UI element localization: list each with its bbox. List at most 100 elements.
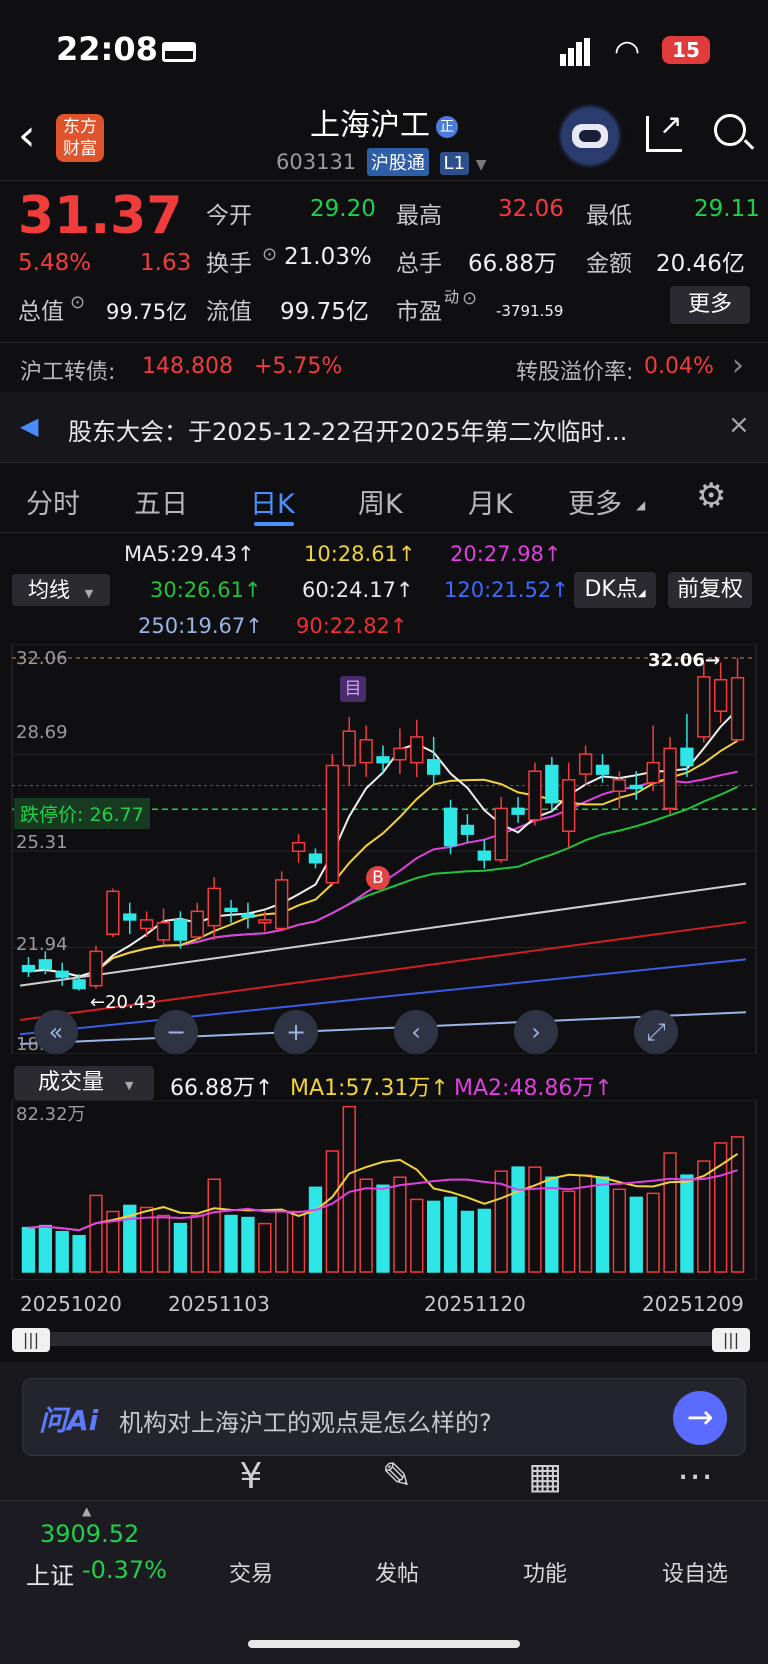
ma20-label: 20:27.98↑ — [450, 542, 562, 566]
bed-icon — [162, 42, 196, 62]
nav-function[interactable]: 功能 — [490, 1556, 600, 1588]
stock-code-row[interactable]: 603131 沪股通 L1 ▼ — [276, 148, 487, 176]
volume-bar — [376, 1184, 390, 1273]
volume-bar — [460, 1210, 475, 1273]
function-grid-icon[interactable]: ▦ — [490, 1456, 600, 1497]
range-track[interactable] — [14, 1332, 750, 1346]
volume-bar — [89, 1194, 103, 1273]
level-tag: L1 — [439, 152, 470, 175]
index-pct[interactable]: -0.37% — [82, 1556, 167, 1584]
zoom-in-icon[interactable]: + — [274, 1010, 318, 1054]
candle-body — [646, 761, 660, 784]
caret-icon: ◢ — [637, 588, 646, 599]
limit-down-value: 26.77 — [89, 804, 144, 826]
more-dots-icon[interactable]: ⋯ — [640, 1456, 750, 1497]
speaker-icon: ◀ — [20, 412, 39, 440]
tab-weekly-k[interactable]: 周K — [358, 482, 403, 521]
volume-bar — [646, 1192, 660, 1273]
dk-point-button[interactable]: DK点◢ — [574, 572, 656, 608]
bond-row[interactable]: 沪工转债: 148.808 +5.75% 转股溢价率: 0.04% › — [0, 342, 768, 392]
candle-body — [410, 736, 424, 764]
volume-bar — [578, 1174, 593, 1273]
candle-body — [595, 764, 610, 775]
volume-bar — [241, 1216, 255, 1273]
bond-price: 148.808 — [142, 354, 233, 379]
candle-body — [38, 959, 52, 970]
scroll-right-icon[interactable]: › — [514, 1010, 558, 1054]
nav-add-watchlist[interactable]: 设自选 — [640, 1556, 750, 1588]
volume-selector[interactable]: 成交量 ▼ — [14, 1066, 154, 1100]
volume-bar — [258, 1222, 272, 1273]
ma120-label: 120:21.52↑ — [444, 578, 569, 602]
ma30-label: 30:26.61↑ — [150, 578, 262, 602]
candle-body — [730, 676, 745, 741]
volume-ymax-label: 82.32万 — [16, 1104, 86, 1125]
arrow-right-icon[interactable]: → — [673, 1391, 727, 1445]
home-indicator — [248, 1640, 520, 1648]
nav-post[interactable]: 发帖 — [342, 1556, 452, 1588]
candle-body — [714, 678, 728, 712]
total-cap-value: 99.75亿 — [106, 300, 188, 324]
nav-trade[interactable]: 交易 — [196, 1556, 306, 1588]
volume-bar — [55, 1230, 69, 1273]
volume-bar — [663, 1152, 677, 1273]
zoom-out-icon[interactable]: − — [154, 1010, 198, 1054]
candle-body — [443, 807, 458, 847]
search-icon[interactable] — [714, 114, 755, 150]
candle-body — [680, 747, 694, 767]
tab-more[interactable]: 更多 — [568, 482, 622, 521]
candle-body — [258, 919, 272, 924]
volume-bar — [342, 1105, 356, 1273]
volume-value-label: 66.88万↑ — [170, 1076, 274, 1101]
tab-monthly-k[interactable]: 月K — [468, 482, 513, 521]
quote-row-1: 今开 29.20 最高 32.06 最低 29.11 — [206, 196, 762, 229]
candle-body — [275, 879, 289, 930]
tab-intraday[interactable]: 分时 — [26, 482, 80, 521]
open-label: 今开 — [206, 203, 252, 229]
trade-icon[interactable]: ¥ — [196, 1456, 306, 1497]
volume-label: 总手 — [396, 251, 442, 277]
volume-bar — [308, 1186, 323, 1273]
buy-marker[interactable]: B — [366, 866, 390, 890]
range-handle-left[interactable]: ||| — [12, 1328, 50, 1352]
post-icon[interactable]: ✎ — [342, 1456, 452, 1497]
candle-body — [21, 964, 36, 973]
info-icon[interactable]: ⊙ — [262, 244, 277, 265]
settings-icon[interactable]: ⚙ — [696, 476, 726, 516]
ai-input[interactable]: 问Ai 机构对上海沪工的观点是怎么样的? → — [22, 1378, 746, 1456]
share-icon[interactable]: ↗ — [646, 108, 682, 152]
premium-value: 0.04% — [644, 354, 714, 379]
candle-body — [578, 753, 593, 775]
notice-bar[interactable]: ◀ 股东大会：于2025-12-22召开2025年第二次临时... × — [0, 392, 768, 462]
candle-body — [494, 807, 508, 861]
robot-avatar-icon[interactable] — [562, 108, 618, 164]
adjust-button[interactable]: 前复权 — [668, 572, 752, 608]
volume-chart[interactable]: 82.32万 — [6, 1100, 762, 1280]
info-icon[interactable]: ⊙ — [462, 288, 477, 309]
index-value[interactable]: 3909.52 — [40, 1520, 139, 1548]
target-marker[interactable]: 目 — [340, 676, 366, 702]
candle-body — [241, 913, 255, 918]
tab-daily-k[interactable]: 日K — [250, 482, 295, 521]
ma60-label: 60:24.17↑ — [302, 578, 414, 602]
ma-selector[interactable]: 均线 ▼ — [12, 574, 110, 606]
range-handle-right[interactable]: ||| — [712, 1328, 750, 1352]
more-button[interactable]: 更多 — [670, 286, 750, 324]
wifi-icon: ◠ — [614, 34, 641, 69]
close-icon[interactable]: × — [728, 410, 750, 440]
scroll-left-icon[interactable]: ‹ — [394, 1010, 438, 1054]
info-icon[interactable]: ⊙ — [70, 292, 85, 313]
y-mid-label: 28.69 — [16, 722, 68, 743]
index-name[interactable]: 上证 — [26, 1556, 74, 1591]
rewind-icon[interactable]: « — [34, 1010, 78, 1054]
chevron-right-icon: › — [732, 348, 744, 383]
amount-value: 20.46亿 — [656, 251, 745, 277]
volume-bar — [477, 1208, 491, 1273]
quote-row-2: 换手 ⊙ 21.03% 总手 66.88万 金额 20.46亿 — [206, 244, 762, 277]
volume-bar — [680, 1174, 694, 1273]
volume-bar — [562, 1190, 576, 1273]
low-marker-value: 20.43 — [105, 992, 157, 1013]
volume-bar — [545, 1176, 559, 1273]
tab-five-day[interactable]: 五日 — [134, 482, 188, 521]
fullscreen-icon[interactable]: ⤢ — [634, 1010, 678, 1054]
